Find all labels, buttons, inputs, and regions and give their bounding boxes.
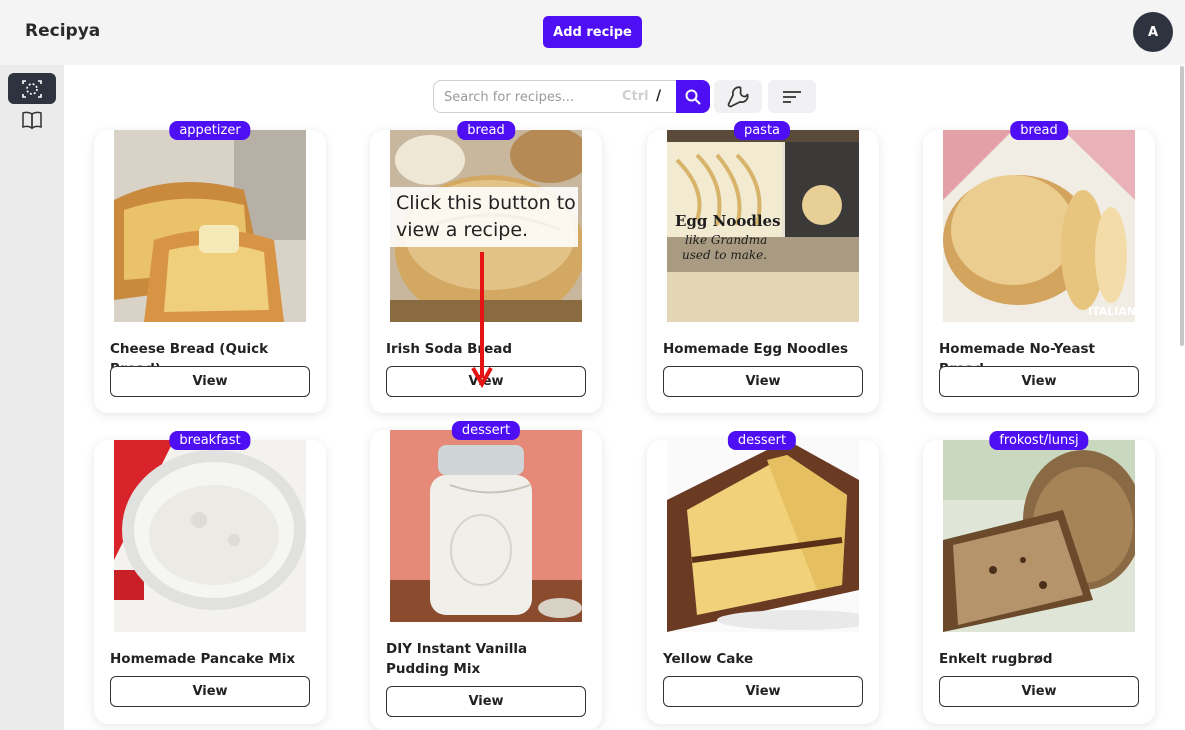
recipe-card: Homemade Pancake Mix View (94, 440, 326, 724)
view-recipe-button[interactable]: View (386, 686, 586, 717)
view-recipe-button[interactable]: View (939, 676, 1139, 707)
recipe-image[interactable] (943, 440, 1135, 632)
recipe-image[interactable] (390, 430, 582, 622)
category-badge: bread (457, 121, 515, 140)
recipe-image[interactable]: Egg Noodles like Grandma used to make. (667, 130, 859, 322)
advanced-search-button[interactable] (714, 80, 762, 113)
search-icon (685, 89, 701, 105)
recipe-card: Egg Noodles like Grandma used to make. H… (647, 130, 879, 413)
recipe-card: Cheese Bread (Quick Bread) View (94, 130, 326, 413)
tutorial-arrow-icon (471, 252, 493, 389)
scan-icon (22, 79, 42, 98)
category-badge: bread (1010, 121, 1068, 140)
recipe-title: DIY Instant Vanilla Pudding Mix (386, 641, 528, 677)
category-badge: pasta (733, 121, 791, 140)
recipe-card: ITALIAN Homemade No-Yeast Bread View (923, 130, 1155, 413)
sidebar-item-recipes[interactable] (8, 73, 56, 104)
view-recipe-button[interactable]: View (663, 676, 863, 707)
search-button[interactable] (676, 80, 710, 113)
recipe-card: Enkelt rugbrød View (923, 440, 1155, 724)
category-badge: dessert (451, 421, 521, 440)
category-badge: frokost/lunsj (989, 431, 1089, 450)
search-box: Ctrl / (433, 80, 710, 113)
sidebar (0, 65, 64, 730)
tutorial-tooltip: Click this button to view a recipe. (390, 187, 578, 247)
image-caption-title: Egg Noodles (675, 212, 781, 230)
recipe-title: Enkelt rugbrød (939, 651, 1053, 667)
view-recipe-button[interactable]: View (110, 676, 310, 707)
app-title[interactable]: Recipya (25, 21, 100, 41)
recipe-title: Yellow Cake (663, 651, 754, 667)
view-recipe-button[interactable]: View (110, 366, 310, 397)
shortcut-ctrl: Ctrl (622, 89, 649, 104)
view-recipe-button[interactable]: View (939, 366, 1139, 397)
add-recipe-button[interactable]: Add recipe (543, 16, 642, 48)
sidebar-item-cookbooks[interactable] (8, 104, 56, 135)
avatar[interactable]: A (1133, 12, 1173, 52)
recipe-image[interactable] (114, 130, 306, 322)
tutorial-tooltip-text: Click this button to view a recipe. (396, 192, 576, 241)
sort-icon (783, 90, 801, 103)
image-caption-line2: like Grandma (685, 233, 767, 247)
category-badge: breakfast (169, 431, 251, 450)
sort-button[interactable] (768, 80, 816, 113)
image-watermark: ITALIAN (1088, 305, 1135, 318)
recipe-image[interactable] (667, 440, 859, 632)
view-recipe-button[interactable]: View (663, 366, 863, 397)
top-bar: Recipya Add recipe A (0, 0, 1185, 65)
recipe-card: Yellow Cake View (647, 440, 879, 724)
wrench-icon (727, 85, 749, 107)
image-caption-line3: used to make. (682, 248, 767, 262)
recipe-image[interactable]: ITALIAN (943, 130, 1135, 322)
search-input[interactable] (444, 87, 614, 107)
recipe-card: DIY Instant Vanilla Pudding Mix View (370, 430, 602, 730)
book-icon (22, 111, 42, 129)
shortcut-key: / (656, 88, 662, 104)
recipe-image[interactable] (114, 440, 306, 632)
recipe-title: Homemade Egg Noodles (663, 341, 849, 357)
scrollbar[interactable] (1180, 66, 1184, 346)
recipe-title: Homemade Pancake Mix (110, 651, 296, 667)
category-badge: appetizer (169, 121, 251, 140)
category-badge: dessert (727, 431, 797, 450)
